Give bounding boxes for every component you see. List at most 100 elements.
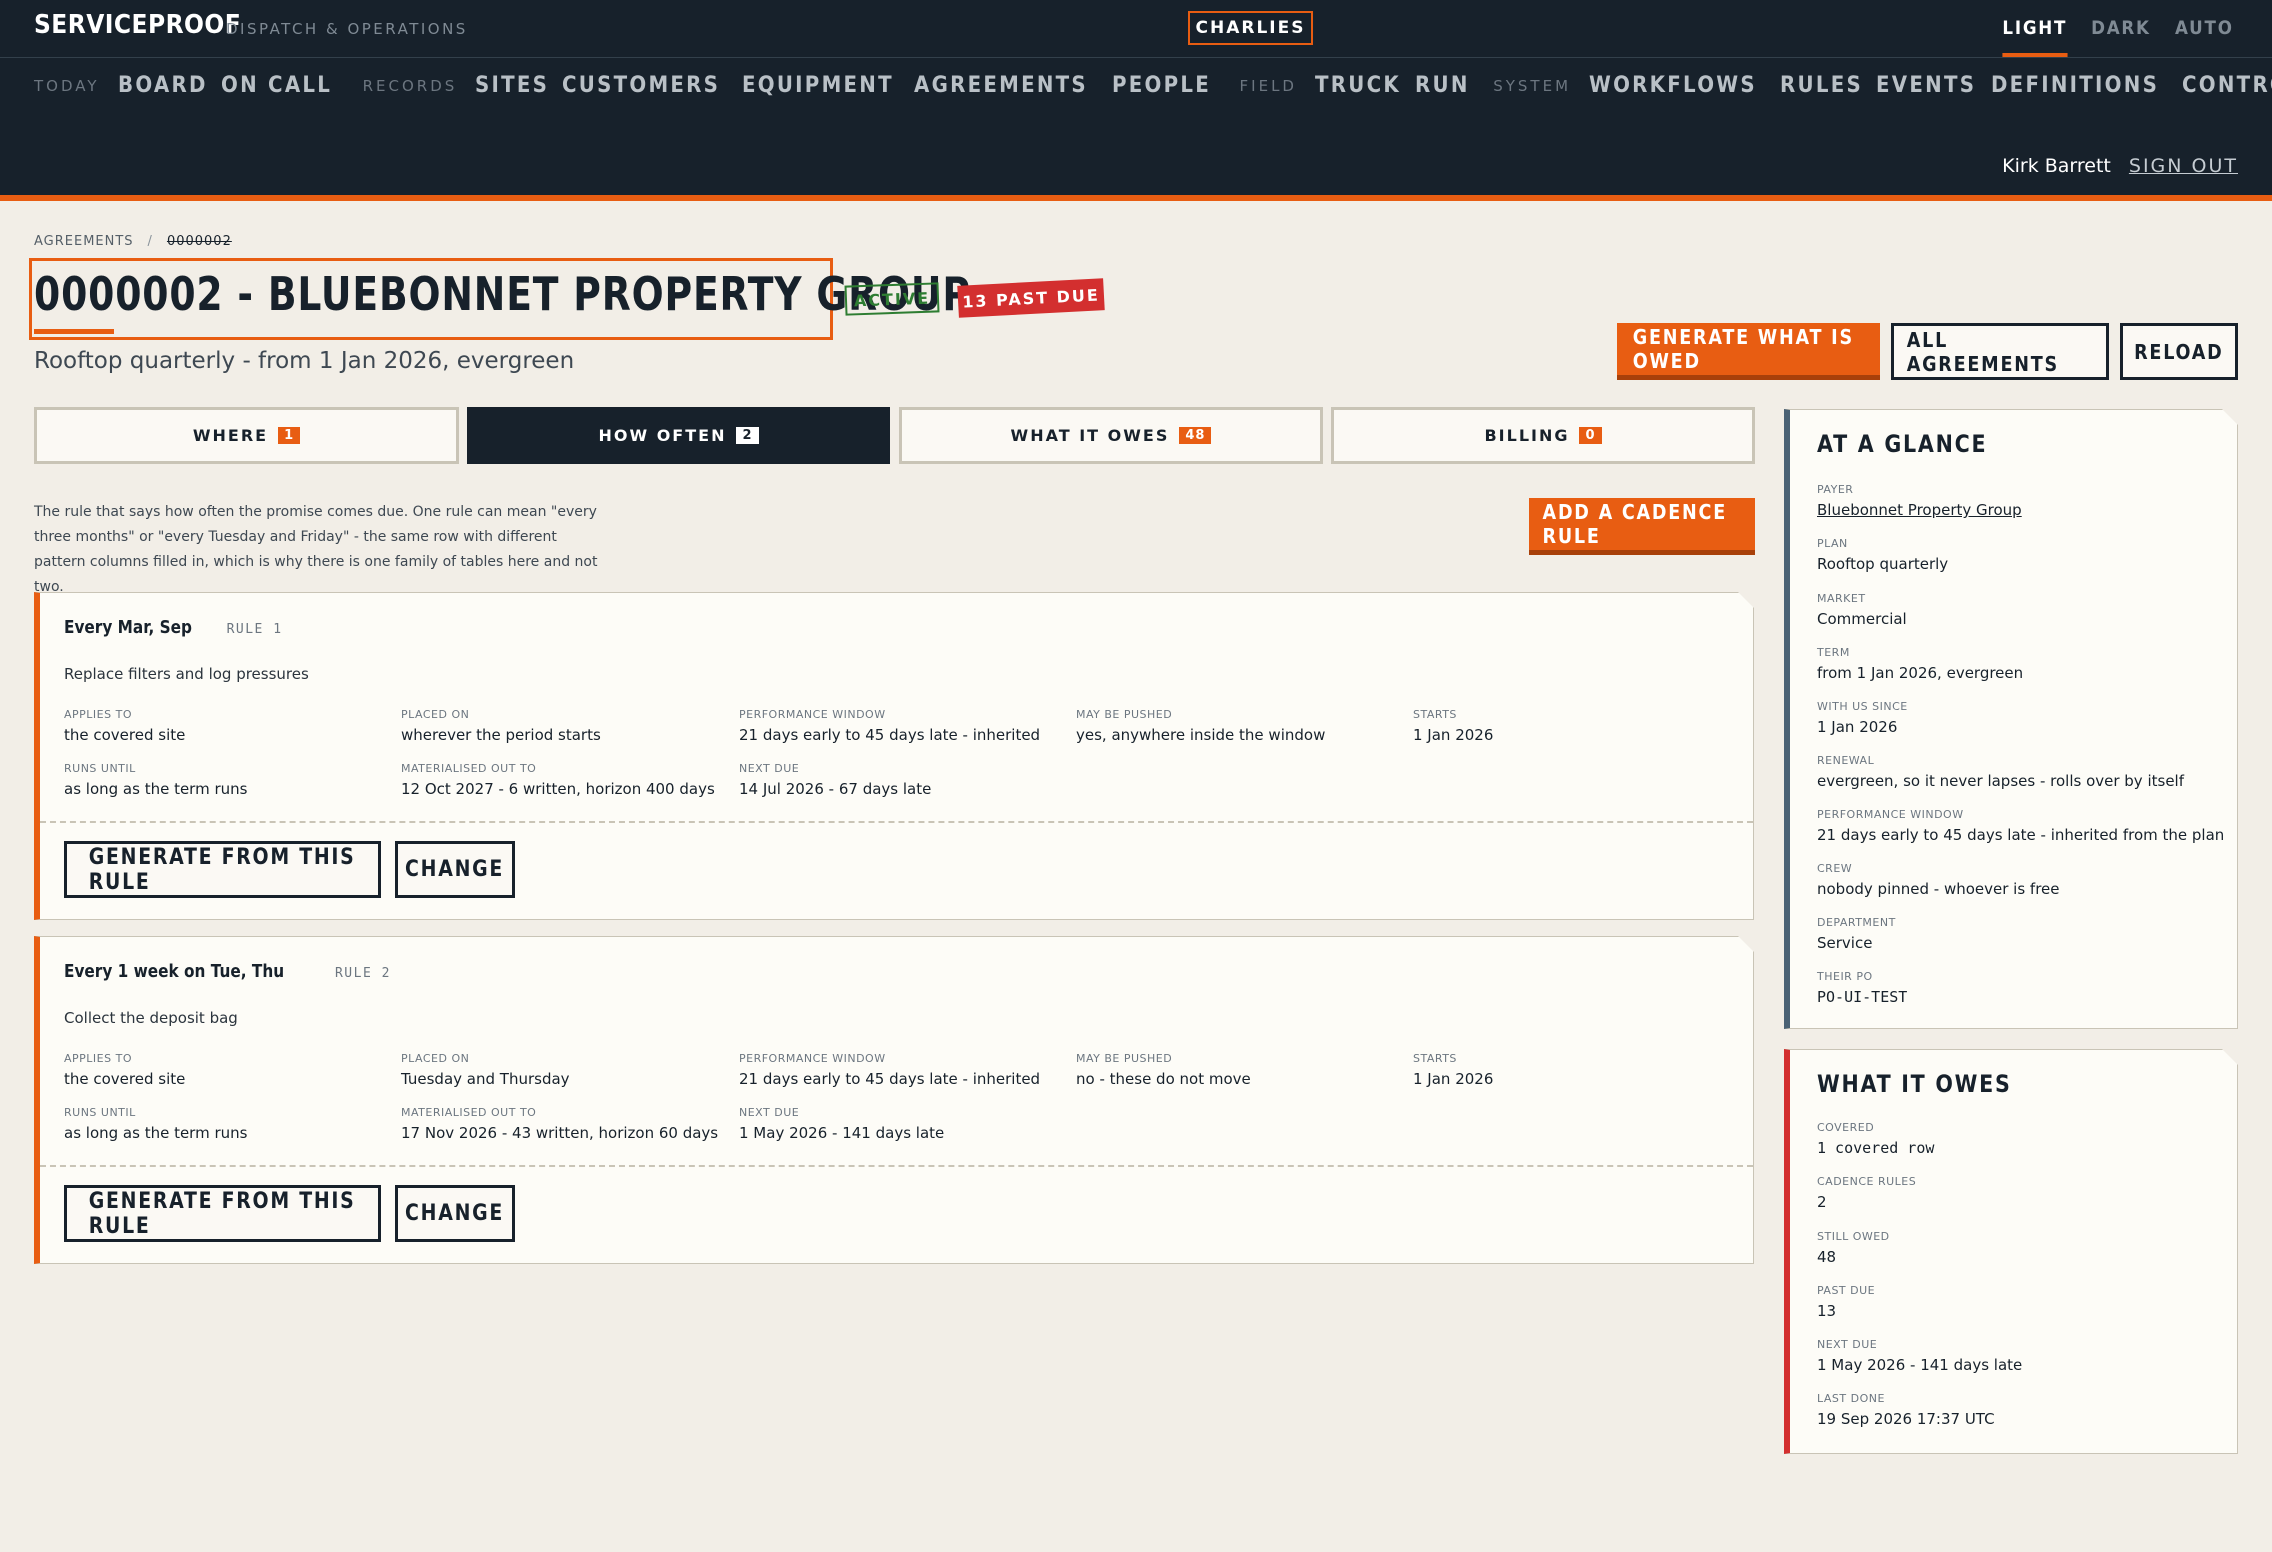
- field-value: the covered site: [64, 1070, 186, 1088]
- field-value: 12 Oct 2027 - 6 written, horizon 400 day…: [401, 780, 715, 798]
- field-label: MARKET: [1817, 592, 1866, 605]
- rule-field-runs-until: RUNS UNTIL as long as the term runs: [64, 761, 394, 801]
- tab-what-it-owes-label: WHAT IT OWES: [1010, 426, 1170, 445]
- nav-on-call[interactable]: ON CALL: [221, 68, 332, 104]
- owes-last-done: LAST DONE 19 Sep 2026 17:37 UTC: [1817, 1391, 1995, 1431]
- field-value: 1 May 2026 - 141 days late: [739, 1124, 945, 1142]
- field-value: from 1 Jan 2026, evergreen: [1817, 664, 2024, 682]
- rule-field-next-due: NEXT DUE 14 Jul 2026 - 67 days late: [739, 761, 1069, 801]
- nav-group-today: TODAY: [34, 77, 100, 95]
- nav-sites[interactable]: SITES: [475, 68, 549, 104]
- glance-crew: CREW nobody pinned - whoever is free: [1817, 861, 2060, 901]
- rule-field-starts: STARTS 1 Jan 2026: [1413, 707, 1743, 747]
- field-label: WITH US SINCE: [1817, 700, 1908, 713]
- nav-group-field: FIELD: [1239, 77, 1297, 95]
- theme-auto[interactable]: AUTO: [2175, 13, 2234, 57]
- owes-cadence-rules: CADENCE RULES 2: [1817, 1174, 1916, 1214]
- tab-how-often[interactable]: HOW OFTEN 2: [467, 407, 890, 464]
- breadcrumb-current: 0000002: [166, 234, 232, 249]
- nav-definitions[interactable]: DEFINITIONS: [1991, 68, 2159, 104]
- nav-equipment[interactable]: EQUIPMENT: [742, 68, 894, 104]
- past-due-badge: 13 PAST DUE: [957, 278, 1105, 318]
- rule-field-starts: STARTS 1 Jan 2026: [1413, 1051, 1743, 1091]
- page-title: 0000002 - BLUEBONNET PROPERTY GROUP: [34, 267, 971, 321]
- change-rule-button[interactable]: CHANGE: [395, 841, 515, 898]
- all-agreements-label: ALL AGREEMENTS: [1906, 327, 2059, 376]
- status-badge: ACTIVE: [844, 282, 940, 316]
- field-label: STARTS: [1413, 1052, 1457, 1065]
- field-label: COVERED: [1817, 1121, 1875, 1134]
- field-value: no - these do not move: [1076, 1070, 1251, 1088]
- field-label: MATERIALISED OUT TO: [401, 762, 537, 775]
- tenant-switcher[interactable]: CHARLIES: [1188, 11, 1313, 45]
- generate-from-rule-button[interactable]: GENERATE FROM THIS RULE: [64, 841, 381, 898]
- generate-from-rule-button[interactable]: GENERATE FROM THIS RULE: [64, 1185, 381, 1242]
- breadcrumb-agreements[interactable]: AGREEMENTS: [34, 234, 134, 249]
- nav-rules[interactable]: RULES: [1780, 68, 1863, 104]
- field-value: 48: [1817, 1248, 1837, 1266]
- field-label: STARTS: [1413, 708, 1457, 721]
- field-value: 1 Jan 2026: [1817, 718, 1898, 736]
- rule-field-materialised: MATERIALISED OUT TO 17 Nov 2026 - 43 wri…: [401, 1105, 731, 1145]
- field-label: NEXT DUE: [739, 762, 800, 775]
- all-agreements-button[interactable]: ALL AGREEMENTS: [1891, 323, 2109, 380]
- field-label: MAY BE PUSHED: [1076, 1052, 1173, 1065]
- nav-truck[interactable]: TRUCK: [1315, 68, 1401, 104]
- field-value: 1 Jan 2026: [1413, 1070, 1494, 1088]
- field-value: 13: [1817, 1302, 1837, 1320]
- top-bar: SERVICEPROOF DISPATCH & OPERATIONS CHARL…: [0, 0, 2272, 201]
- payer-link[interactable]: Bluebonnet Property Group: [1817, 498, 2022, 522]
- rule-header: Every Mar, Sep RULE 1: [64, 617, 283, 638]
- field-label: LAST DONE: [1817, 1392, 1885, 1405]
- field-value: evergreen, so it never lapses - rolls ov…: [1817, 772, 2184, 790]
- tab-billing-label: BILLING: [1484, 426, 1570, 445]
- field-value: 21 days early to 45 days late - inherite…: [739, 726, 1041, 744]
- owes-still-owed: STILL OWED 48: [1817, 1229, 1890, 1269]
- field-label: RENEWAL: [1817, 754, 1875, 767]
- card-corner-fold: [1738, 592, 1754, 608]
- field-value: 1 Jan 2026: [1413, 726, 1494, 744]
- field-label: CADENCE RULES: [1817, 1175, 1917, 1188]
- nav-group-system: SYSTEM: [1493, 77, 1572, 95]
- nav-people[interactable]: PEOPLE: [1112, 68, 1211, 104]
- theme-dark[interactable]: DARK: [2092, 13, 2152, 57]
- tab-what-it-owes-count: 48: [1179, 427, 1212, 444]
- field-label: CREW: [1817, 862, 1853, 875]
- nav-events[interactable]: EVENTS: [1876, 68, 1976, 104]
- sign-out-link[interactable]: SIGN OUT: [2129, 155, 2238, 177]
- field-label: TERM: [1817, 646, 1850, 659]
- tab-what-it-owes[interactable]: WHAT IT OWES 48: [899, 407, 1323, 464]
- tab-where[interactable]: WHERE 1: [34, 407, 459, 464]
- field-value: the covered site: [64, 726, 186, 744]
- panel-corner-fold: [2222, 409, 2238, 425]
- rule-field-next-due: NEXT DUE 1 May 2026 - 141 days late: [739, 1105, 1069, 1145]
- nav-board[interactable]: BOARD: [118, 68, 208, 104]
- nav-control-kit[interactable]: CONTROL KIT: [2182, 68, 2272, 104]
- glance-their-po: THEIR PO PO-UI-TEST: [1817, 969, 1907, 1009]
- nav-run[interactable]: RUN: [1415, 68, 1470, 104]
- cadence-rule-card: Every 1 week on Tue, Thu RULE 2 Collect …: [34, 936, 1754, 1264]
- cadence-rule-card: Every Mar, Sep RULE 1 Replace filters an…: [34, 592, 1754, 920]
- change-rule-button[interactable]: CHANGE: [395, 1185, 515, 1242]
- field-label: APPLIES TO: [64, 708, 132, 721]
- rule-description: Collect the deposit bag: [64, 1009, 238, 1027]
- field-label: RUNS UNTIL: [64, 1106, 136, 1119]
- tab-billing[interactable]: BILLING 0: [1331, 407, 1755, 464]
- field-label: STILL OWED: [1817, 1230, 1890, 1243]
- theme-light[interactable]: LIGHT: [2002, 13, 2068, 57]
- change-rule-label: CHANGE: [405, 1201, 505, 1226]
- rule-field-applies-to: APPLIES TO the covered site: [64, 1051, 394, 1091]
- brand-logo[interactable]: SERVICEPROOF: [34, 10, 241, 40]
- field-label: RUNS UNTIL: [64, 762, 136, 775]
- nav-agreements[interactable]: AGREEMENTS: [914, 68, 1088, 104]
- field-label: PLAN: [1817, 537, 1848, 550]
- nav-workflows[interactable]: WORKFLOWS: [1589, 68, 1757, 104]
- glance-term: TERM from 1 Jan 2026, evergreen: [1817, 645, 2023, 685]
- field-value: 2: [1817, 1193, 1827, 1211]
- nav-customers[interactable]: CUSTOMERS: [562, 68, 720, 104]
- add-cadence-rule-button[interactable]: ADD A CADENCE RULE: [1529, 498, 1755, 555]
- generate-what-is-owed-button[interactable]: GENERATE WHAT IS OWED: [1617, 323, 1880, 380]
- reload-button[interactable]: RELOAD: [2120, 323, 2238, 380]
- field-label: NEXT DUE: [1817, 1338, 1878, 1351]
- owes-past-due: PAST DUE 13: [1817, 1283, 1875, 1323]
